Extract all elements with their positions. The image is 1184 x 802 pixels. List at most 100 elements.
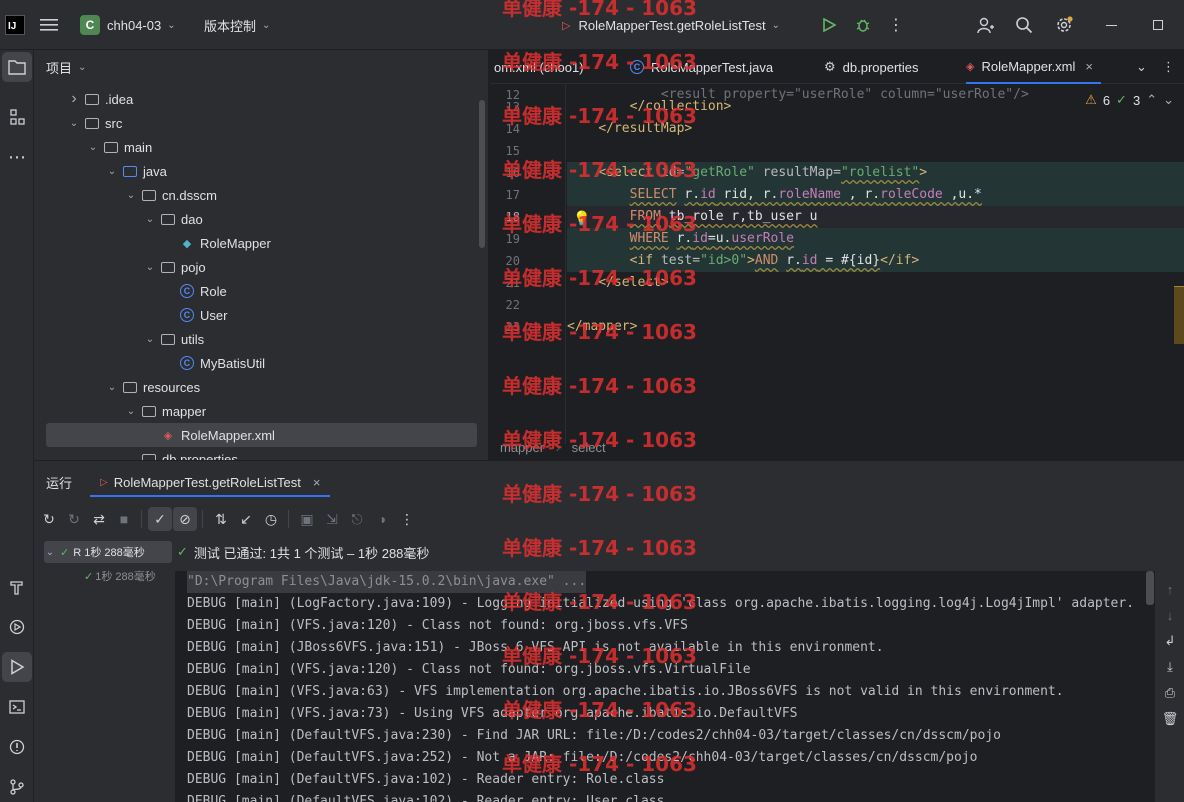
tree-item[interactable]: ⌄ utils (34, 327, 488, 351)
chevron-down-icon[interactable]: ⌄ (144, 334, 156, 345)
code-line-15[interactable] (567, 140, 1184, 162)
tree-item[interactable]: C MyBatisUtil (34, 351, 488, 375)
project-scrollbar[interactable] (479, 100, 485, 248)
run-config-selector[interactable]: ▷ RoleMapperTest.getRoleListTest ⌄ (562, 0, 780, 50)
console-line: DEBUG [main] (VFS.java:63) - VFS impleme… (187, 684, 1064, 699)
search-button[interactable] (1009, 10, 1039, 40)
show-ignored-icon[interactable]: ⊘ (173, 507, 197, 531)
tree-item[interactable]: C User (34, 303, 488, 327)
history-icon[interactable]: ◷ (259, 507, 283, 531)
rerun-icon[interactable]: ↻ (37, 507, 61, 531)
console-scrollbar[interactable] (1146, 571, 1154, 605)
tab-pom-xml[interactable]: om.xml (choo1) (494, 50, 584, 84)
code-line-22[interactable] (567, 294, 1184, 316)
app-logo[interactable]: IJ (5, 0, 25, 50)
code-line-20[interactable]: <if test="id>0">AND r.id = #{id}</if> (567, 250, 1184, 272)
import-icon[interactable]: ⇲ (320, 507, 344, 531)
terminal-tool-button[interactable] (2, 692, 32, 722)
code-line-16[interactable]: <select id="getRole" resultMap="rolelist… (567, 162, 1184, 184)
show-passed-icon[interactable]: ✓ (148, 507, 172, 531)
tree-item[interactable]: C Role (34, 279, 488, 303)
stop-icon[interactable]: ■ (112, 507, 136, 531)
chevron-down-icon[interactable]: ⌄ (125, 406, 137, 417)
console-output[interactable]: "D:\Program Files\Java\jdk-15.0.2\bin\ja… (175, 571, 1155, 802)
code-line-21[interactable]: </select> (567, 272, 1184, 294)
close-icon[interactable]: × (313, 475, 321, 490)
tree-item[interactable]: ⌄ resources (34, 375, 488, 399)
tree-item[interactable]: ⌄ src (34, 111, 488, 135)
chevron-down-icon[interactable]: ⌄ (106, 166, 118, 177)
code-line-14[interactable]: </resultMap> (567, 118, 1184, 140)
sort-icon[interactable]: ⇅ (209, 507, 233, 531)
run-tool-button[interactable] (2, 652, 32, 682)
structure-tool-button[interactable] (2, 102, 32, 132)
export-icon[interactable]: ⎋ (345, 507, 369, 531)
arrow-up-icon[interactable]: ↑ (1162, 581, 1178, 597)
tab-rolemapper-xml[interactable]: ◈ RoleMapper.xml × (966, 50, 1101, 84)
code-line-23[interactable]: </mapper> (567, 316, 1184, 338)
trash-icon[interactable]: 🗑 (1162, 711, 1179, 727)
soft-wrap-icon[interactable]: ↲ (1162, 633, 1178, 649)
close-icon[interactable]: × (1085, 59, 1093, 74)
chevron-right-icon[interactable]: › (68, 90, 80, 108)
lightbulb-icon[interactable]: 💡 (573, 210, 590, 227)
tree-item[interactable]: › .idea (34, 87, 488, 111)
chevron-down-icon[interactable]: ⌄ (144, 214, 156, 225)
main-menu-button[interactable] (40, 0, 58, 50)
screenshot-icon[interactable]: ▣ (295, 507, 319, 531)
tree-item[interactable]: ⌄ cn.dsscm (34, 183, 488, 207)
scroll-to-end-icon[interactable]: ⤓ (1162, 659, 1178, 675)
services-tool-button[interactable] (2, 612, 32, 642)
tab-rolemappertest[interactable]: C RoleMapperTest.java (630, 50, 773, 84)
error-stripe-marker[interactable] (1174, 286, 1184, 344)
arrow-down-icon[interactable]: ↓ (1162, 607, 1178, 623)
left-tool-window-bar: ⋯ (0, 50, 34, 802)
tabs-dropdown-button[interactable]: ⌄ (1136, 50, 1147, 84)
run-button[interactable] (814, 10, 844, 40)
more-tools-button[interactable]: ⋯ (2, 142, 32, 172)
chevron-down-icon[interactable]: ⌄ (106, 382, 118, 393)
tree-item[interactable]: ◈ RoleMapper.xml (46, 423, 477, 447)
project-panel-header[interactable]: 项目 ⌄ (46, 58, 86, 77)
breadcrumb-item[interactable]: mapper (500, 440, 544, 455)
breadcrumb-item[interactable]: select (572, 440, 606, 455)
code-line-19[interactable]: WHERE r.id=u.userRole (567, 228, 1184, 250)
more-actions-button[interactable]: ⋮ (881, 10, 911, 40)
tree-item[interactable]: db.properties (34, 447, 488, 460)
tree-item[interactable]: ◆ RoleMapper (34, 231, 488, 255)
code-line-18[interactable]: FROM tb_role r,tb_user u (567, 206, 1184, 228)
tree-item[interactable]: ⌄ dao (34, 207, 488, 231)
maximize-button[interactable] (1143, 10, 1173, 40)
chevron-down-icon[interactable]: ⌄ (125, 190, 137, 201)
chevron-down-icon[interactable]: ⌄ (87, 142, 99, 153)
vcs-menu[interactable]: 版本控制 ⌄ (204, 0, 270, 50)
problems-tool-button[interactable] (2, 732, 32, 762)
test-tree-root[interactable]: ⌄ ✓ R 1秒 288毫秒 (44, 541, 172, 563)
run-tab[interactable]: ▷ RoleMapperTest.getRoleListTest × (90, 469, 331, 497)
git-tool-button[interactable] (2, 772, 32, 802)
test-tree-child[interactable]: ✓ 1秒 288毫秒 (84, 565, 156, 587)
settings-button[interactable] (1049, 10, 1079, 40)
code-line-13[interactable]: </collection> (567, 96, 1184, 118)
tree-item[interactable]: ⌄ mapper (34, 399, 488, 423)
print-icon[interactable]: ⎙ (1162, 685, 1178, 701)
project-tool-button[interactable] (2, 52, 32, 82)
chevron-down-icon[interactable]: ⌄ (68, 118, 80, 129)
debug-button[interactable] (848, 10, 878, 40)
collapse-icon[interactable]: ↙ (234, 507, 258, 531)
add-user-button[interactable] (970, 10, 1000, 40)
tree-item[interactable]: ⌄ pojo (34, 255, 488, 279)
tab-db-properties[interactable]: ⚙ db.properties (824, 50, 919, 84)
tabs-more-button[interactable]: ⋮ (1162, 50, 1175, 84)
code-line-17[interactable]: SELECT r.id rid, r.roleName , r.roleCode… (567, 184, 1184, 206)
coverage-icon[interactable]: ◑ (370, 507, 394, 531)
build-tool-button[interactable] (2, 572, 32, 602)
tree-item[interactable]: ⌄ main (34, 135, 488, 159)
rerun-failed-icon[interactable]: ↻ (62, 507, 86, 531)
project-selector[interactable]: C chh04-03 ⌄ (80, 0, 176, 50)
toggle-auto-test-icon[interactable]: ⇄ (87, 507, 111, 531)
tree-item[interactable]: ⌄ java (34, 159, 488, 183)
chevron-down-icon[interactable]: ⌄ (144, 262, 156, 273)
more-vertical-icon[interactable]: ⋮ (395, 507, 419, 531)
minimize-button[interactable] (1096, 10, 1126, 40)
